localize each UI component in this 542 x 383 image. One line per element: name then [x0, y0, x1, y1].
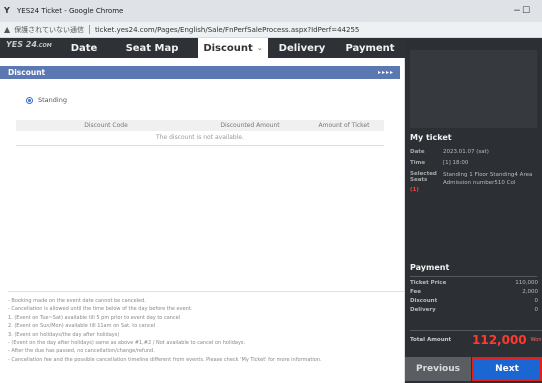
date-value: 2023.01.07 (sat) — [443, 149, 489, 155]
note-line: - Cancellation is allowed until the time… — [8, 306, 193, 313]
my-ticket-heading: My ticket — [410, 133, 452, 142]
discount-section-header: Discount ▸▸▸▸ — [0, 66, 400, 79]
standing-radio[interactable] — [26, 96, 33, 104]
note-line: - After the due has passed, no cancellat… — [8, 348, 155, 355]
tab-date-label: Date — [70, 42, 98, 54]
fee-label: Fee — [410, 289, 421, 295]
discount-value: 0 — [534, 298, 539, 304]
window-title: YES24 Ticket - Google Chrome — [17, 7, 124, 15]
time-label: Time — [410, 160, 426, 166]
seats-row: Selected Seats Standing 1 Floor Standing… — [410, 171, 533, 187]
standing-radio-label[interactable]: Standing — [38, 96, 67, 104]
table-row: The discount is not available. — [16, 131, 384, 146]
col-discount-code: Discount Code — [16, 120, 196, 131]
logo-suffix-text: .COM — [36, 43, 52, 49]
tab-discount-label: Discount — [203, 42, 253, 54]
empty-table-message: The discount is not available. — [16, 131, 384, 146]
tab-discount[interactable]: Discount ⌄ — [198, 38, 268, 58]
discount-panel: Discount ▸▸▸▸ Standing Discount Code Dis… — [0, 58, 405, 383]
date-label: Date — [410, 149, 425, 155]
ticket-price-value: 110,000 — [515, 280, 538, 286]
insecure-label[interactable]: 保護されていない通信 — [14, 25, 84, 35]
fee-row: Fee 2,000 — [410, 289, 542, 295]
chevron-down-icon: ⌄ — [256, 44, 263, 52]
seats-label: Selected Seats — [410, 171, 437, 183]
yes24-app-icon: Y — [4, 6, 10, 15]
col-amount-of-ticket: Amount of Ticket — [304, 120, 384, 131]
tab-delivery-label: Delivery — [278, 42, 326, 54]
note-line: - Cancellation fee and the possible canc… — [8, 356, 322, 363]
ticket-summary-sidebar: My ticket Date 2023.01.07 (sat) Time [1]… — [405, 38, 542, 383]
date-row: Date 2023.01.07 (sat) — [410, 149, 489, 155]
tab-delivery[interactable]: Delivery — [268, 38, 336, 58]
note-line: 2. (Event on Sun/Mon) available till 11a… — [8, 323, 156, 330]
total-amount-row: Total Amount 112,000 Won — [410, 330, 542, 348]
address-divider — [88, 25, 90, 34]
standing-option[interactable]: Standing — [26, 96, 67, 104]
col-discounted-amount: Discounted Amount — [196, 120, 304, 131]
discount-table-header: Discount Code Discounted Amount Amount o… — [16, 120, 384, 131]
delivery-label: Delivery — [410, 307, 436, 313]
total-amount-label: Total Amount — [410, 336, 452, 343]
yes24-logo[interactable]: YES 24.COM — [0, 38, 62, 58]
tab-date[interactable]: Date — [62, 38, 106, 58]
address-bar[interactable]: ▲ 保護されていない通信 ticket.yes24.com/Pages/Engl… — [0, 22, 542, 38]
tab-payment-label: Payment — [345, 42, 395, 54]
cancellation-notes: - Booking made on the event date cannot … — [8, 291, 404, 381]
note-line: 3. (Event on holidays/the day after holi… — [8, 331, 120, 338]
seats-value: Standing 1 Floor Standing4 Area Admissio… — [443, 172, 533, 186]
delivery-value: 0 — [534, 307, 539, 313]
tab-payment[interactable]: Payment — [336, 38, 404, 58]
warning-icon[interactable]: ▲ — [4, 25, 10, 34]
expand-arrows-icon: ▸▸▸▸ — [377, 69, 394, 76]
note-line: - Booking made on the event date cannot … — [8, 298, 146, 304]
fee-value: 2,000 — [522, 289, 538, 295]
time-value: [1] 18:00 — [443, 160, 469, 166]
seat-count: (1) — [410, 187, 419, 193]
note-line: 1. (Event on Tue~Sat) available till 5 p… — [8, 314, 181, 321]
discount-table: Discount Code Discounted Amount Amount o… — [16, 120, 384, 146]
total-amount-value: 112,000 — [472, 332, 527, 347]
url-text[interactable]: ticket.yes24.com/Pages/English/Sale/FnPe… — [95, 26, 359, 34]
previous-button[interactable]: Previous — [405, 357, 471, 381]
payment-divider — [410, 276, 537, 277]
delivery-row: Delivery 0 — [410, 307, 542, 313]
discount-section-title: Discount — [8, 68, 46, 77]
maximize-button[interactable]: ☐ — [511, 0, 541, 22]
booking-step-nav: YES 24.COM Date Seat Map Discount ⌄ Deliv… — [0, 38, 405, 58]
time-row: Time [1] 18:00 — [410, 160, 468, 166]
total-amount-unit: Won — [530, 336, 542, 343]
next-button[interactable]: Next — [472, 357, 542, 381]
discount-label: Discount — [410, 298, 438, 304]
logo-main-text: YES 24 — [6, 40, 37, 49]
tab-seat-map[interactable]: Seat Map — [106, 38, 198, 58]
note-line: - (Event on the day after holidays) same… — [8, 340, 246, 347]
discount-row: Discount 0 — [410, 298, 542, 304]
event-poster — [410, 50, 537, 128]
payment-heading: Payment — [410, 263, 450, 272]
tab-seat-map-label: Seat Map — [125, 42, 179, 54]
browser-title-bar: Y YES24 Ticket - Google Chrome − ☐ — [0, 0, 542, 22]
ticket-price-row: Ticket Price 110,000 — [410, 280, 542, 286]
ticket-price-label: Ticket Price — [410, 280, 447, 286]
